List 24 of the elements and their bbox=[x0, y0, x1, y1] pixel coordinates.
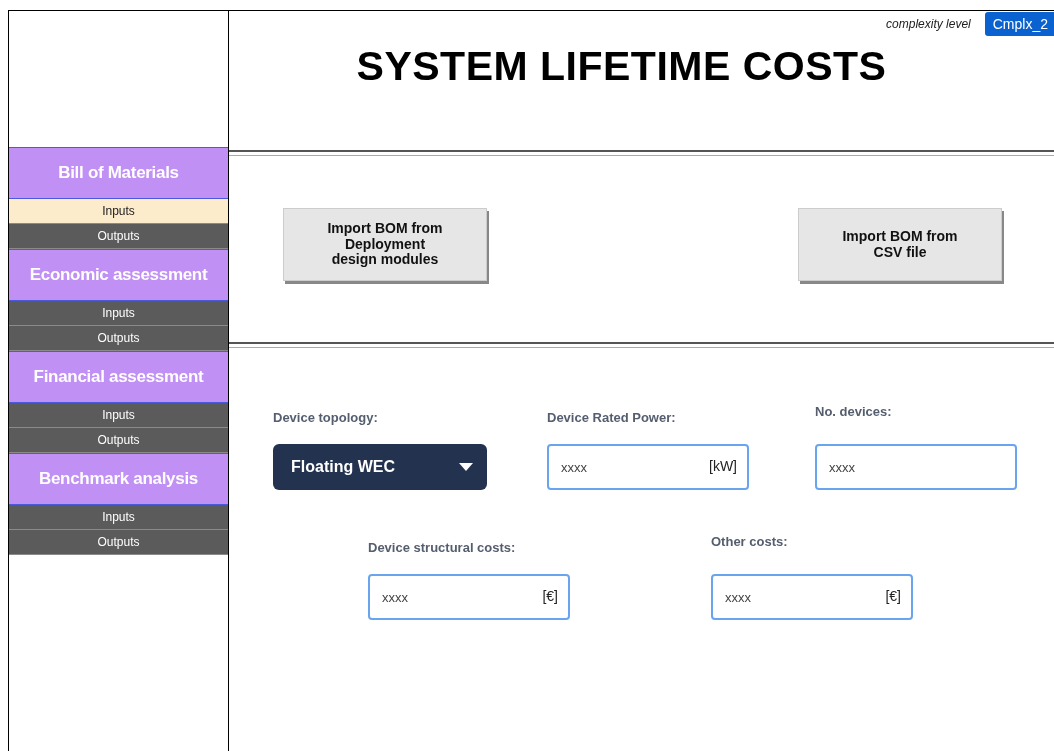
complexity-badge[interactable]: Cmplx_2 bbox=[984, 12, 1054, 36]
complexity-label: complexity level bbox=[886, 17, 971, 31]
field-label: Device structural costs: bbox=[368, 540, 517, 557]
field-label: Device topology: bbox=[273, 410, 379, 427]
sidebar-item[interactable]: Inputs bbox=[9, 505, 228, 530]
import-button[interactable]: Import BOM from Deployment design modules bbox=[283, 208, 487, 281]
sidebar-item[interactable]: Outputs bbox=[9, 326, 228, 351]
sidebar-item[interactable]: Outputs bbox=[9, 530, 228, 555]
sidebar-item[interactable]: Inputs bbox=[9, 403, 228, 428]
field-label: Other costs: bbox=[711, 534, 789, 551]
dropdown-caret-icon bbox=[459, 463, 473, 471]
sidebar-item[interactable]: Outputs bbox=[9, 428, 228, 453]
topology-dropdown[interactable]: Floating WEC bbox=[273, 444, 487, 490]
sidebar-item[interactable]: Inputs bbox=[9, 301, 228, 326]
input-field[interactable]: xxxx bbox=[815, 444, 1017, 490]
page-title: SYSTEM LIFETIME COSTS bbox=[355, 43, 888, 90]
field-label: Device Rated Power: bbox=[547, 410, 677, 427]
unit-label: [€] bbox=[542, 588, 558, 604]
unit-label: [€] bbox=[885, 588, 901, 604]
sidebar-item[interactable]: Inputs bbox=[9, 199, 228, 224]
unit-label: [kW] bbox=[709, 458, 737, 474]
field-label: No. devices: bbox=[815, 404, 893, 421]
sidebar-item[interactable]: Outputs bbox=[9, 224, 228, 249]
import-button[interactable]: Import BOM from CSV file bbox=[798, 208, 1002, 281]
